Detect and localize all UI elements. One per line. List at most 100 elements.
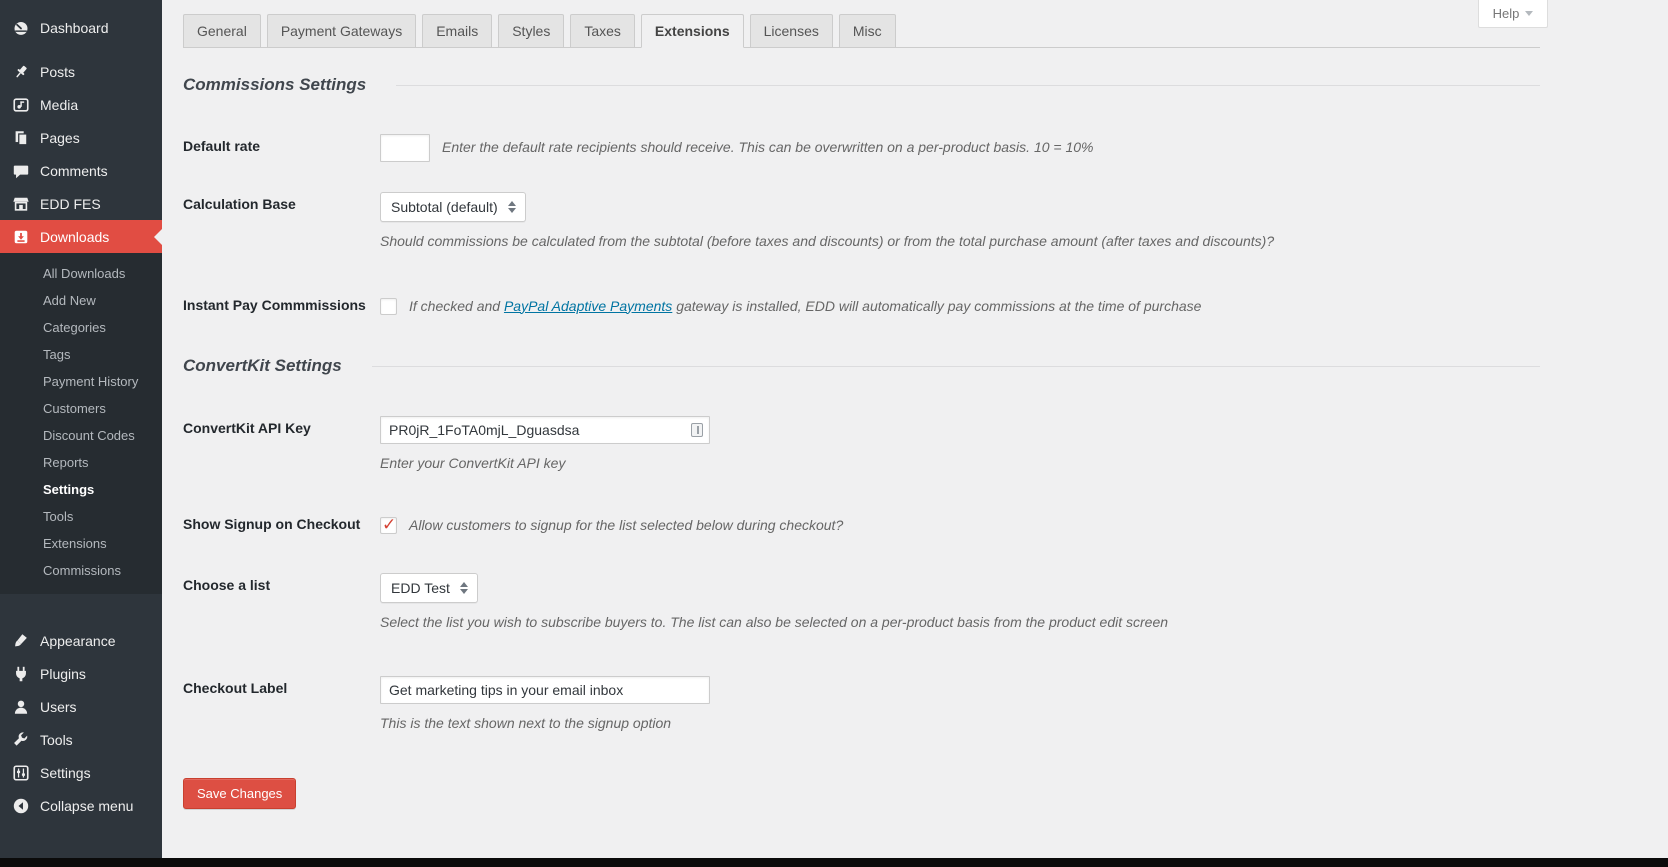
section-divider [396, 85, 1540, 86]
collapse-icon [11, 796, 31, 816]
save-changes-button[interactable]: Save Changes [183, 778, 296, 809]
sidebar-item-edd-fes[interactable]: EDD FES [0, 187, 162, 220]
select-arrows-icon [508, 201, 516, 213]
settings-page: General Payment Gateways Emails Styles T… [162, 0, 1668, 858]
submenu-item-reports[interactable]: Reports [0, 449, 162, 476]
plug-icon [11, 664, 31, 684]
user-icon [11, 697, 31, 717]
field-description: Should commissions be calculated from th… [380, 232, 1540, 252]
sidebar-item-label: Downloads [40, 229, 109, 245]
show-signup-checkbox[interactable] [380, 517, 397, 534]
tab-misc[interactable]: Misc [839, 14, 896, 48]
calculation-base-select[interactable]: Subtotal (default) [380, 192, 526, 222]
tab-taxes[interactable]: Taxes [570, 14, 635, 48]
sidebar-item-downloads[interactable]: Downloads [0, 220, 162, 253]
help-menu-button[interactable]: Help [1478, 0, 1548, 28]
sidebar-item-label: Tools [40, 732, 73, 748]
row-calculation-base: Calculation Base Subtotal (default) Shou… [183, 192, 1540, 252]
row-show-signup: Show Signup on Checkout Allow customers … [183, 516, 1540, 536]
section-convertkit-settings: ConvertKit Settings [183, 356, 1540, 376]
collapse-menu-button[interactable]: Collapse menu [0, 789, 162, 822]
field-label: Checkout Label [183, 676, 380, 734]
checkout-label-input[interactable] [380, 676, 710, 704]
pages-icon [11, 128, 31, 148]
field-label: Calculation Base [183, 192, 380, 252]
sidebar-item-pages[interactable]: Pages [0, 121, 162, 154]
sidebar-item-settings[interactable]: Settings [0, 756, 162, 789]
sidebar-item-appearance[interactable]: Appearance [0, 624, 162, 657]
sidebar-item-label: Appearance [40, 633, 116, 649]
current-menu-arrow [154, 229, 162, 245]
section-divider [372, 366, 1540, 367]
submenu-item-all-downloads[interactable]: All Downloads [0, 260, 162, 287]
choose-list-select[interactable]: EDD Test [380, 573, 478, 603]
tab-licenses[interactable]: Licenses [750, 14, 833, 48]
submenu-item-add-new[interactable]: Add New [0, 287, 162, 314]
field-label: Show Signup on Checkout [183, 516, 380, 536]
submenu-item-customers[interactable]: Customers [0, 395, 162, 422]
help-label: Help [1493, 6, 1520, 21]
sidebar-item-comments[interactable]: Comments [0, 154, 162, 187]
paypal-adaptive-payments-link[interactable]: PayPal Adaptive Payments [504, 298, 672, 314]
sidebar-item-label: Collapse menu [40, 798, 133, 814]
section-title: ConvertKit Settings [183, 356, 342, 376]
tab-general[interactable]: General [183, 14, 261, 48]
field-description: Enter your ConvertKit API key [380, 454, 1540, 474]
comment-icon [11, 161, 31, 181]
tab-payment-gateways[interactable]: Payment Gateways [267, 14, 416, 48]
sidebar-item-posts[interactable]: Posts [0, 55, 162, 88]
submenu-item-extensions[interactable]: Extensions [0, 530, 162, 557]
sidebar-item-label: Posts [40, 64, 75, 80]
tab-emails[interactable]: Emails [422, 14, 492, 48]
sidebar-item-label: EDD FES [40, 196, 101, 212]
sidebar-item-users[interactable]: Users [0, 690, 162, 723]
row-checkout-label: Checkout Label This is the text shown ne… [183, 676, 1540, 734]
tab-styles[interactable]: Styles [498, 14, 564, 48]
field-label: ConvertKit API Key [183, 416, 380, 474]
pushpin-icon [11, 62, 31, 82]
settings-tab-bar: General Payment Gateways Emails Styles T… [183, 0, 1540, 48]
download-icon [11, 227, 31, 247]
field-description: This is the text shown next to the signu… [380, 714, 1540, 734]
selected-option: Subtotal (default) [391, 199, 498, 215]
convertkit-api-key-input[interactable] [380, 416, 710, 444]
sidebar-item-media[interactable]: Media [0, 88, 162, 121]
submenu-item-commissions[interactable]: Commissions [0, 557, 162, 584]
row-instant-pay: Instant Pay Commmissions If checked and … [183, 297, 1540, 317]
media-icon [11, 95, 31, 115]
sidebar-item-label: Media [40, 97, 78, 113]
section-title: Commissions Settings [183, 75, 366, 95]
row-convertkit-api-key: ConvertKit API Key Enter your ConvertKit… [183, 416, 1540, 474]
row-choose-a-list: Choose a list EDD Test Select the list y… [183, 573, 1540, 633]
submenu-item-payment-history[interactable]: Payment History [0, 368, 162, 395]
submenu-item-settings[interactable]: Settings [0, 476, 162, 503]
sidebar-item-tools[interactable]: Tools [0, 723, 162, 756]
field-description: If checked and PayPal Adaptive Payments … [409, 297, 1201, 317]
field-label: Choose a list [183, 573, 380, 633]
sliders-icon [11, 763, 31, 783]
field-description: Allow customers to signup for the list s… [409, 516, 843, 536]
submenu-item-tools[interactable]: Tools [0, 503, 162, 530]
bottom-edge-strip [0, 858, 1668, 867]
field-label: Instant Pay Commmissions [183, 297, 380, 317]
sidebar-item-label: Plugins [40, 666, 86, 682]
sidebar-item-label: Settings [40, 765, 91, 781]
default-rate-input[interactable] [380, 134, 430, 162]
row-default-rate: Default rate Enter the default rate reci… [183, 134, 1540, 162]
submenu-item-categories[interactable]: Categories [0, 314, 162, 341]
submenu-item-discount-codes[interactable]: Discount Codes [0, 422, 162, 449]
sidebar-item-label: Comments [40, 163, 108, 179]
downloads-submenu: All Downloads Add New Categories Tags Pa… [0, 253, 162, 594]
store-icon [11, 194, 31, 214]
select-arrows-icon [460, 582, 468, 594]
instant-pay-checkbox[interactable] [380, 298, 397, 315]
dashboard-icon [11, 18, 31, 38]
field-label: Default rate [183, 134, 380, 162]
brush-icon [11, 631, 31, 651]
password-manager-icon[interactable] [691, 423, 703, 437]
tab-extensions[interactable]: Extensions [641, 14, 744, 48]
sidebar-item-dashboard[interactable]: Dashboard [0, 11, 162, 44]
submenu-item-tags[interactable]: Tags [0, 341, 162, 368]
sidebar-item-plugins[interactable]: Plugins [0, 657, 162, 690]
sidebar-item-label: Users [40, 699, 77, 715]
